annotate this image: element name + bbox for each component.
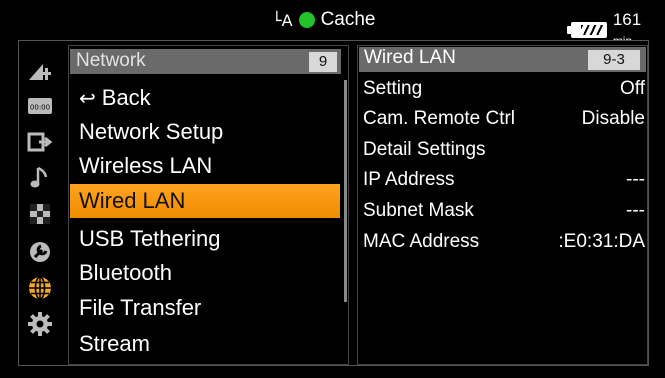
back-arrow-icon: ↩: [79, 86, 96, 110]
menu-item-wired-lan[interactable]: Wired LAN: [70, 184, 340, 218]
detail-label: Cam. Remote Ctrl: [363, 108, 516, 129]
detail-header: Wired LAN 9-3: [359, 47, 646, 72]
network-globe-icon[interactable]: [26, 274, 54, 302]
menu-item-label: USB Tethering: [79, 226, 221, 251]
detail-row-setting[interactable]: Setting Off: [363, 75, 645, 103]
menu-item-back[interactable]: ↩ Back: [70, 81, 340, 115]
menu-list-header: Network 9: [70, 49, 341, 74]
menu-item-file-transfer[interactable]: File Transfer: [70, 291, 340, 325]
detail-label: Subnet Mask: [363, 200, 474, 221]
detail-value: Off: [620, 78, 645, 99]
detail-label: MAC Address: [363, 231, 480, 252]
audio-note-icon[interactable]: [26, 164, 54, 192]
detail-row-mac-address[interactable]: MAC Address :E0:31:DA: [363, 228, 645, 256]
menu-item-bluetooth[interactable]: Bluetooth: [70, 256, 340, 290]
menu-item-label: Network Setup: [79, 119, 224, 144]
detail-value: ---: [626, 169, 645, 190]
detail-page-number: 9-3: [588, 50, 640, 70]
detail-row-cam-remote-ctrl[interactable]: Cam. Remote Ctrl Disable: [363, 105, 645, 133]
detail-row-detail-settings[interactable]: Detail Settings: [363, 136, 645, 164]
detail-value: Disable: [581, 108, 645, 129]
detail-value: :E0:31:DA: [558, 231, 645, 252]
media-status: └A Cache: [272, 8, 376, 32]
wrench-icon[interactable]: [26, 238, 54, 266]
menu-item-wireless-lan[interactable]: Wireless LAN: [70, 149, 340, 183]
battery-icon: [567, 22, 607, 38]
menu-item-usb-tethering[interactable]: USB Tethering: [70, 222, 340, 256]
detail-label: Detail Settings: [363, 139, 486, 160]
menu-list-title: Network: [76, 50, 146, 71]
menu-item-label: Back: [101, 85, 151, 110]
battery-remaining-value: 161: [612, 10, 642, 29]
detail-row-subnet-mask[interactable]: Subnet Mask ---: [363, 197, 645, 225]
detail-label: IP Address: [363, 169, 455, 190]
menu-item-stream[interactable]: Stream: [70, 327, 340, 361]
svg-text:00:00: 00:00: [30, 104, 50, 112]
gear-icon[interactable]: [26, 310, 54, 338]
menu-item-label: Bluetooth: [79, 260, 172, 285]
cache-status-dot: [298, 12, 315, 28]
detail-value: ---: [626, 200, 645, 221]
detail-title: Wired LAN: [364, 47, 456, 68]
menu-item-label: Wireless LAN: [79, 153, 213, 178]
menu-item-label: Stream: [79, 331, 150, 356]
status-bar: └A Cache 161 min: [0, 0, 665, 48]
media-slot-icon: └A: [272, 10, 293, 30]
detail-label: Setting: [363, 78, 423, 99]
menu-item-label: Wired LAN: [79, 188, 186, 213]
checkerboard-icon[interactable]: [26, 200, 54, 228]
menu-item-label: File Transfer: [79, 295, 202, 320]
category-rail: 00:00: [20, 48, 64, 360]
detail-row-ip-address[interactable]: IP Address ---: [363, 166, 645, 194]
menu-item-network-setup[interactable]: Network Setup: [70, 115, 340, 149]
camera-menu-screen: └A Cache 161 min 00:00: [0, 0, 665, 378]
menu-scrollbar[interactable]: [344, 80, 347, 302]
timecode-icon[interactable]: 00:00: [26, 92, 54, 120]
output-icon[interactable]: [26, 128, 54, 156]
cache-label: Cache: [320, 9, 376, 30]
menu-page-number: 9: [309, 52, 337, 72]
camera-shooting-icon[interactable]: [26, 58, 54, 86]
